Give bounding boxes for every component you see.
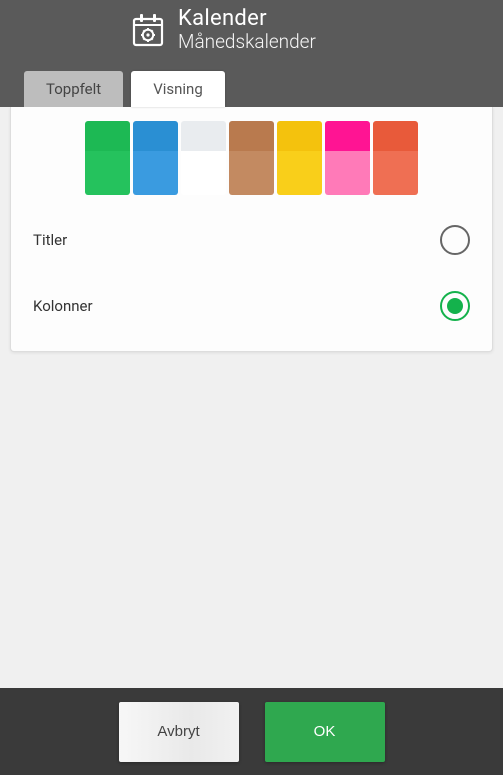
- option-titler[interactable]: Titler: [11, 207, 492, 273]
- swatch-bottom: [181, 151, 226, 195]
- header: Kalender Månedskalender Toppfelt Visning: [0, 0, 503, 107]
- tabs: Toppfelt Visning: [24, 71, 225, 107]
- swatch-top: [325, 121, 370, 151]
- ok-button[interactable]: OK: [265, 702, 385, 762]
- title-text: Kalender: [178, 6, 316, 31]
- settings-panel: Titler Kolonner: [10, 107, 493, 352]
- color-swatch-1[interactable]: [133, 121, 178, 195]
- swatch-bottom: [85, 151, 130, 195]
- swatch-bottom: [229, 151, 274, 195]
- swatch-bottom: [325, 151, 370, 195]
- option-kolonner[interactable]: Kolonner: [11, 273, 492, 339]
- swatch-bottom: [277, 151, 322, 195]
- tab-visning[interactable]: Visning: [131, 71, 225, 107]
- radio-kolonner-dot: [447, 298, 463, 314]
- swatch-top: [277, 121, 322, 151]
- color-swatch-2[interactable]: [181, 121, 226, 195]
- color-swatch-4[interactable]: [277, 121, 322, 195]
- swatch-top: [133, 121, 178, 151]
- cancel-button[interactable]: Avbryt: [119, 702, 239, 762]
- subtitle-text: Månedskalender: [178, 31, 316, 53]
- color-swatch-5[interactable]: [325, 121, 370, 195]
- color-swatch-0[interactable]: [85, 121, 130, 195]
- app-title: Kalender Månedskalender: [178, 6, 316, 53]
- option-titler-label: Titler: [33, 231, 67, 249]
- radio-kolonner[interactable]: [440, 291, 470, 321]
- swatch-top: [181, 121, 226, 151]
- swatch-top: [85, 121, 130, 151]
- color-swatches: [11, 107, 492, 207]
- tab-toppfelt[interactable]: Toppfelt: [24, 71, 123, 107]
- calendar-gear-icon: [128, 10, 168, 50]
- swatch-top: [373, 121, 418, 151]
- footer: Avbryt OK: [0, 688, 503, 775]
- swatch-top: [229, 121, 274, 151]
- option-kolonner-label: Kolonner: [33, 297, 93, 315]
- color-swatch-6[interactable]: [373, 121, 418, 195]
- header-title-row: Kalender Månedskalender: [0, 0, 503, 53]
- radio-titler[interactable]: [440, 225, 470, 255]
- swatch-bottom: [373, 151, 418, 195]
- color-swatch-3[interactable]: [229, 121, 274, 195]
- content-area: Titler Kolonner: [0, 107, 503, 688]
- swatch-bottom: [133, 151, 178, 195]
